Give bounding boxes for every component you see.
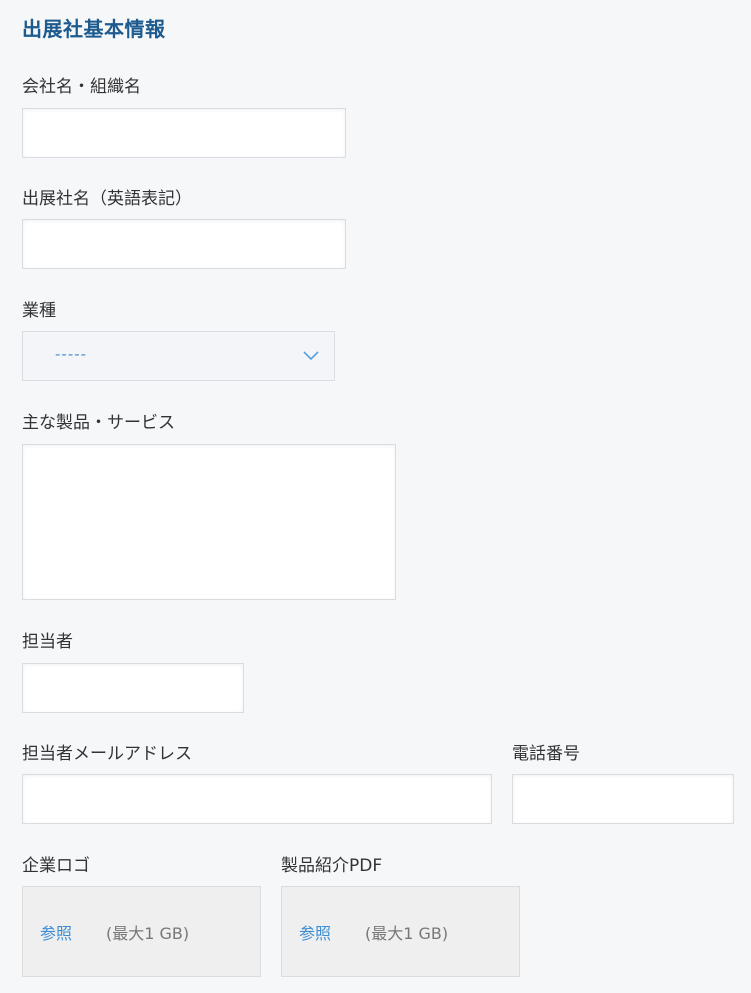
contact-person-label: 担当者 <box>22 632 73 652</box>
pdf-browse-button[interactable]: 参照 <box>299 920 331 944</box>
logo-upload-box[interactable]: 参照 (最大1 GB) <box>22 886 261 977</box>
logo-upload-label: 企業ロゴ <box>22 856 90 876</box>
pdf-max-size: (最大1 GB) <box>365 924 449 943</box>
section-title: 出展社基本情報 <box>22 17 166 41</box>
pdf-upload-box[interactable]: 参照 (最大1 GB) <box>281 886 520 977</box>
phone-input[interactable] <box>512 774 734 824</box>
chevron-down-icon <box>303 351 319 361</box>
exhibitor-name-en-label: 出展社名（英語表記） <box>22 189 192 209</box>
exhibitor-name-en-input[interactable] <box>22 219 346 269</box>
logo-max-size: (最大1 GB) <box>106 924 190 943</box>
company-name-label: 会社名・組織名 <box>22 77 141 97</box>
contact-email-input[interactable] <box>22 774 492 824</box>
contact-email-label: 担当者メールアドレス <box>22 744 192 764</box>
products-services-textarea[interactable] <box>22 444 396 600</box>
industry-selected-value: ----- <box>55 345 88 363</box>
logo-browse-button[interactable]: 参照 <box>40 920 72 944</box>
company-name-input[interactable] <box>22 108 346 158</box>
pdf-upload-label: 製品紹介PDF <box>281 856 383 876</box>
contact-person-input[interactable] <box>22 663 244 713</box>
industry-label: 業種 <box>22 301 56 321</box>
phone-label: 電話番号 <box>512 744 580 764</box>
industry-select[interactable]: ----- <box>22 331 335 381</box>
products-services-label: 主な製品・サービス <box>22 413 175 433</box>
